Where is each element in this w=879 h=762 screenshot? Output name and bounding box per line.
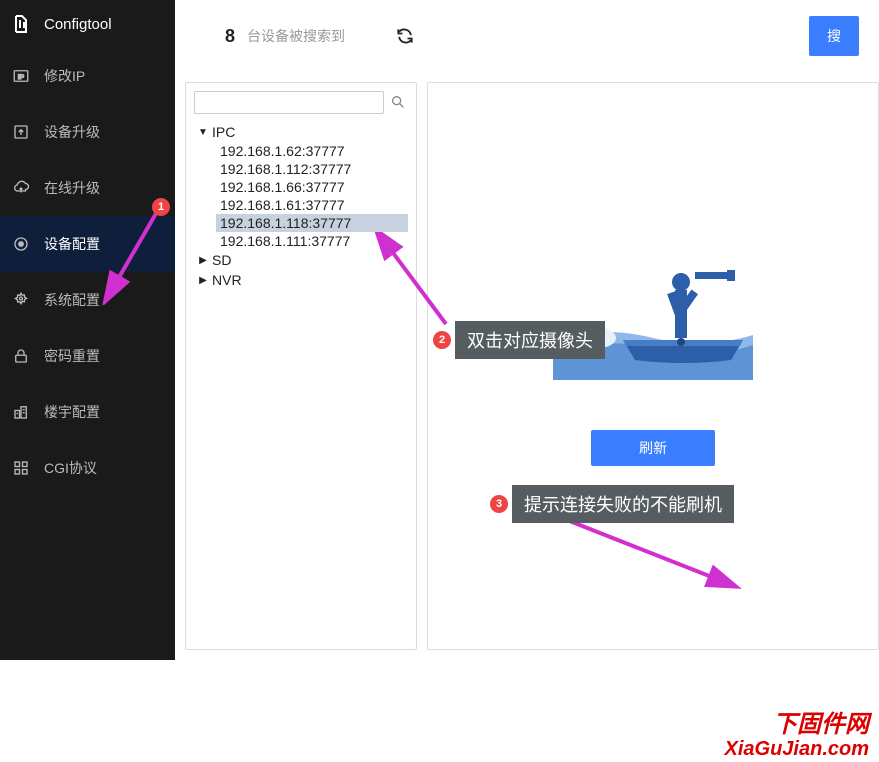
sidebar-item-0[interactable]: IP 修改IP [0,48,175,104]
refresh-button[interactable]: 刷新 [591,430,715,466]
sidebar-item-label: 密码重置 [44,346,100,366]
target-icon [12,235,30,253]
watermark: 下固件网 XiaGuJian.com [725,712,870,760]
sidebar-item-label: 设备升级 [44,122,100,142]
empty-illustration [543,230,763,390]
annotation-arrow-2 [374,232,464,332]
sidebar-item-5[interactable]: 密码重置 [0,328,175,384]
watermark-line1: 下固件网 [725,712,870,738]
app-title: Configtool [44,16,112,33]
tree-node-IPC[interactable]: ▼ IPC [194,122,408,142]
tree-node-label: SD [212,252,231,268]
tree-search-input[interactable] [194,91,384,114]
annotation-arrow-1 [100,205,170,305]
ip-icon: IP [12,67,30,85]
refresh-icon[interactable] [395,26,415,46]
content: ▼ IPC 192.168.1.62:37777192.168.1.112:3777… [175,72,879,660]
sidebar-item-6[interactable]: 楼宇配置 [0,384,175,440]
sidebar-item-7[interactable]: CGI协议 [0,440,175,496]
grid-icon [12,459,30,477]
caret-icon: ▶ [198,255,208,266]
caret-icon: ▶ [198,275,208,286]
search-icon[interactable] [388,91,408,113]
sidebar-header: Configtool [0,0,175,48]
tree-node-label: NVR [212,272,242,288]
sidebar-item-label: 设备配置 [44,234,100,254]
tree-leaf[interactable]: 192.168.1.118:37777 [216,214,408,232]
upgrade-icon [12,123,30,141]
sidebar-item-label: 在线升级 [44,178,100,198]
tree-node-label: IPC [212,124,235,140]
svg-text:IP: IP [18,74,25,81]
sidebar-item-1[interactable]: 设备升级 [0,104,175,160]
sidebar-item-label: 楼宇配置 [44,402,100,422]
lock-icon [12,347,30,365]
tree-leaf[interactable]: 192.168.1.112:37777 [216,160,408,178]
building-icon [12,403,30,421]
annotation-badge-1: 1 [152,198,170,216]
topbar: 8 台设备被搜索到 搜 [175,0,879,72]
app-logo-icon [12,12,36,36]
device-count: 8 台设备被搜索到 [225,26,345,47]
device-count-label: 台设备被搜索到 [247,26,345,46]
annotation-label-3: 提示连接失败的不能刷机 [512,485,734,523]
annotation-badge-3: 3 [490,495,508,513]
cloud-icon [12,179,30,197]
top-search-button[interactable]: 搜 [809,16,859,56]
annotation-arrow-3 [562,515,742,595]
caret-icon: ▼ [198,127,208,138]
device-count-number: 8 [225,26,235,47]
device-tree-panel: ▼ IPC 192.168.1.62:37777192.168.1.112:3777… [185,82,417,650]
annotation-badge-2: 2 [433,331,451,349]
sidebar-item-label: CGI协议 [44,458,97,478]
sidebar-item-label: 系统配置 [44,290,100,310]
tree-leaf[interactable]: 192.168.1.62:37777 [216,142,408,160]
gear-icon [12,291,30,309]
annotation-label-2: 双击对应摄像头 [455,321,605,359]
watermark-line2: XiaGuJian.com [725,738,870,760]
sidebar: Configtool IP 修改IP 设备升级在线升级设备配置系统配置密码重置楼宇配… [0,0,175,660]
sidebar-item-label: 修改IP [44,66,85,86]
tree-leaf[interactable]: 192.168.1.66:37777 [216,178,408,196]
tree-leaf[interactable]: 192.168.1.61:37777 [216,196,408,214]
